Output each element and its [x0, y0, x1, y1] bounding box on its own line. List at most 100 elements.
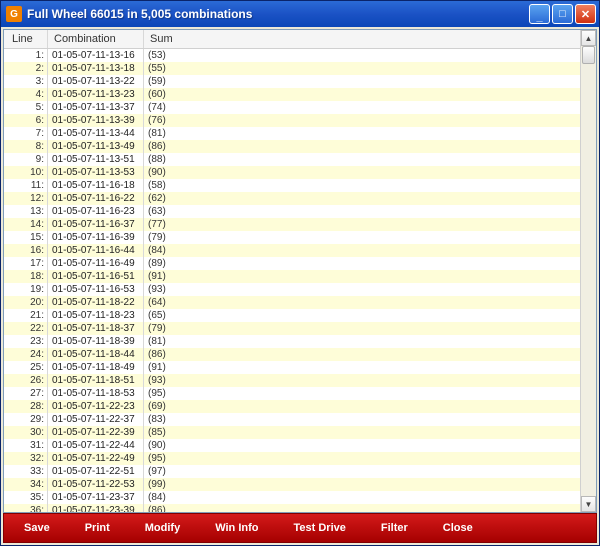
table-row[interactable]: 17:01-05-07-11-16-49(89): [4, 257, 596, 270]
cell-sum: (77): [144, 218, 596, 231]
header-sum[interactable]: Sum: [144, 30, 596, 48]
modify-button[interactable]: Modify: [135, 518, 190, 538]
cell-combination: 01-05-07-11-13-51: [48, 153, 144, 166]
cell-sum: (74): [144, 101, 596, 114]
cell-line: 27:: [4, 387, 48, 400]
table-row[interactable]: 7:01-05-07-11-13-44(81): [4, 127, 596, 140]
cell-sum: (64): [144, 296, 596, 309]
print-button[interactable]: Print: [75, 518, 120, 538]
table-row[interactable]: 21:01-05-07-11-18-23(65): [4, 309, 596, 322]
table-row[interactable]: 24:01-05-07-11-18-44(86): [4, 348, 596, 361]
maximize-button[interactable]: □: [552, 4, 573, 24]
cell-sum: (95): [144, 452, 596, 465]
cell-combination: 01-05-07-11-22-49: [48, 452, 144, 465]
table-row[interactable]: 1:01-05-07-11-13-16(53): [4, 49, 596, 62]
table-row[interactable]: 34:01-05-07-11-22-53(99): [4, 478, 596, 491]
table-row[interactable]: 27:01-05-07-11-18-53(95): [4, 387, 596, 400]
cell-line: 2:: [4, 62, 48, 75]
table-row[interactable]: 12:01-05-07-11-16-22(62): [4, 192, 596, 205]
cell-line: 11:: [4, 179, 48, 192]
table-row[interactable]: 30:01-05-07-11-22-39(85): [4, 426, 596, 439]
cell-combination: 01-05-07-11-18-44: [48, 348, 144, 361]
cell-line: 17:: [4, 257, 48, 270]
cell-combination: 01-05-07-11-16-39: [48, 231, 144, 244]
test-drive-button[interactable]: Test Drive: [284, 518, 356, 538]
cell-line: 12:: [4, 192, 48, 205]
table-row[interactable]: 33:01-05-07-11-22-51(97): [4, 465, 596, 478]
table-row[interactable]: 2:01-05-07-11-13-18(55): [4, 62, 596, 75]
cell-sum: (86): [144, 140, 596, 153]
close-window-button[interactable]: ✕: [575, 4, 596, 24]
cell-line: 31:: [4, 439, 48, 452]
save-button[interactable]: Save: [14, 518, 60, 538]
table-row[interactable]: 31:01-05-07-11-22-44(90): [4, 439, 596, 452]
table-row[interactable]: 14:01-05-07-11-16-37(77): [4, 218, 596, 231]
cell-line: 14:: [4, 218, 48, 231]
table-row[interactable]: 20:01-05-07-11-18-22(64): [4, 296, 596, 309]
app-icon: G: [6, 6, 22, 22]
cell-line: 33:: [4, 465, 48, 478]
cell-line: 34:: [4, 478, 48, 491]
minimize-button[interactable]: _: [529, 4, 550, 24]
window-controls: _ □ ✕: [529, 4, 596, 24]
cell-combination: 01-05-07-11-18-22: [48, 296, 144, 309]
cell-combination: 01-05-07-11-18-53: [48, 387, 144, 400]
table-row[interactable]: 25:01-05-07-11-18-49(91): [4, 361, 596, 374]
cell-combination: 01-05-07-11-22-39: [48, 426, 144, 439]
scroll-track[interactable]: [581, 46, 596, 496]
cell-line: 30:: [4, 426, 48, 439]
table-row[interactable]: 35:01-05-07-11-23-37(84): [4, 491, 596, 504]
table-row[interactable]: 15:01-05-07-11-16-39(79): [4, 231, 596, 244]
table-row[interactable]: 16:01-05-07-11-16-44(84): [4, 244, 596, 257]
cell-sum: (90): [144, 439, 596, 452]
cell-combination: 01-05-07-11-22-53: [48, 478, 144, 491]
table-row[interactable]: 5:01-05-07-11-13-37(74): [4, 101, 596, 114]
table-row[interactable]: 6:01-05-07-11-13-39(76): [4, 114, 596, 127]
table-row[interactable]: 29:01-05-07-11-22-37(83): [4, 413, 596, 426]
titlebar[interactable]: G Full Wheel 66015 in 5,005 combinations…: [1, 1, 599, 27]
scroll-down-button[interactable]: ▼: [581, 496, 596, 512]
cell-combination: 01-05-07-11-13-39: [48, 114, 144, 127]
win-info-button[interactable]: Win Info: [205, 518, 268, 538]
header-combination[interactable]: Combination: [48, 30, 144, 48]
cell-sum: (60): [144, 88, 596, 101]
cell-line: 4:: [4, 88, 48, 101]
table-row[interactable]: 36:01-05-07-11-23-39(86): [4, 504, 596, 512]
cell-line: 32:: [4, 452, 48, 465]
cell-line: 15:: [4, 231, 48, 244]
cell-sum: (90): [144, 166, 596, 179]
table-row[interactable]: 32:01-05-07-11-22-49(95): [4, 452, 596, 465]
header-line[interactable]: Line: [4, 30, 48, 48]
table-row[interactable]: 13:01-05-07-11-16-23(63): [4, 205, 596, 218]
cell-line: 9:: [4, 153, 48, 166]
table-row[interactable]: 11:01-05-07-11-16-18(58): [4, 179, 596, 192]
cell-sum: (62): [144, 192, 596, 205]
data-grid: Line Combination Sum 1:01-05-07-11-13-16…: [4, 30, 596, 512]
cell-combination: 01-05-07-11-16-44: [48, 244, 144, 257]
cell-line: 23:: [4, 335, 48, 348]
table-row[interactable]: 23:01-05-07-11-18-39(81): [4, 335, 596, 348]
table-row[interactable]: 19:01-05-07-11-16-53(93): [4, 283, 596, 296]
table-row[interactable]: 4:01-05-07-11-13-23(60): [4, 88, 596, 101]
cell-combination: 01-05-07-11-23-37: [48, 491, 144, 504]
cell-line: 16:: [4, 244, 48, 257]
scroll-thumb[interactable]: [582, 46, 595, 64]
table-row[interactable]: 22:01-05-07-11-18-37(79): [4, 322, 596, 335]
cell-combination: 01-05-07-11-22-51: [48, 465, 144, 478]
cell-sum: (79): [144, 322, 596, 335]
table-row[interactable]: 18:01-05-07-11-16-51(91): [4, 270, 596, 283]
cell-combination: 01-05-07-11-22-23: [48, 400, 144, 413]
table-row[interactable]: 10:01-05-07-11-13-53(90): [4, 166, 596, 179]
cell-line: 20:: [4, 296, 48, 309]
cell-sum: (93): [144, 374, 596, 387]
table-row[interactable]: 3:01-05-07-11-13-22(59): [4, 75, 596, 88]
table-row[interactable]: 26:01-05-07-11-18-51(93): [4, 374, 596, 387]
filter-button[interactable]: Filter: [371, 518, 418, 538]
cell-sum: (69): [144, 400, 596, 413]
vertical-scrollbar[interactable]: ▲ ▼: [580, 30, 596, 512]
table-row[interactable]: 9:01-05-07-11-13-51(88): [4, 153, 596, 166]
table-row[interactable]: 28:01-05-07-11-22-23(69): [4, 400, 596, 413]
table-row[interactable]: 8:01-05-07-11-13-49(86): [4, 140, 596, 153]
scroll-up-button[interactable]: ▲: [581, 30, 596, 46]
close-button[interactable]: Close: [433, 518, 483, 538]
